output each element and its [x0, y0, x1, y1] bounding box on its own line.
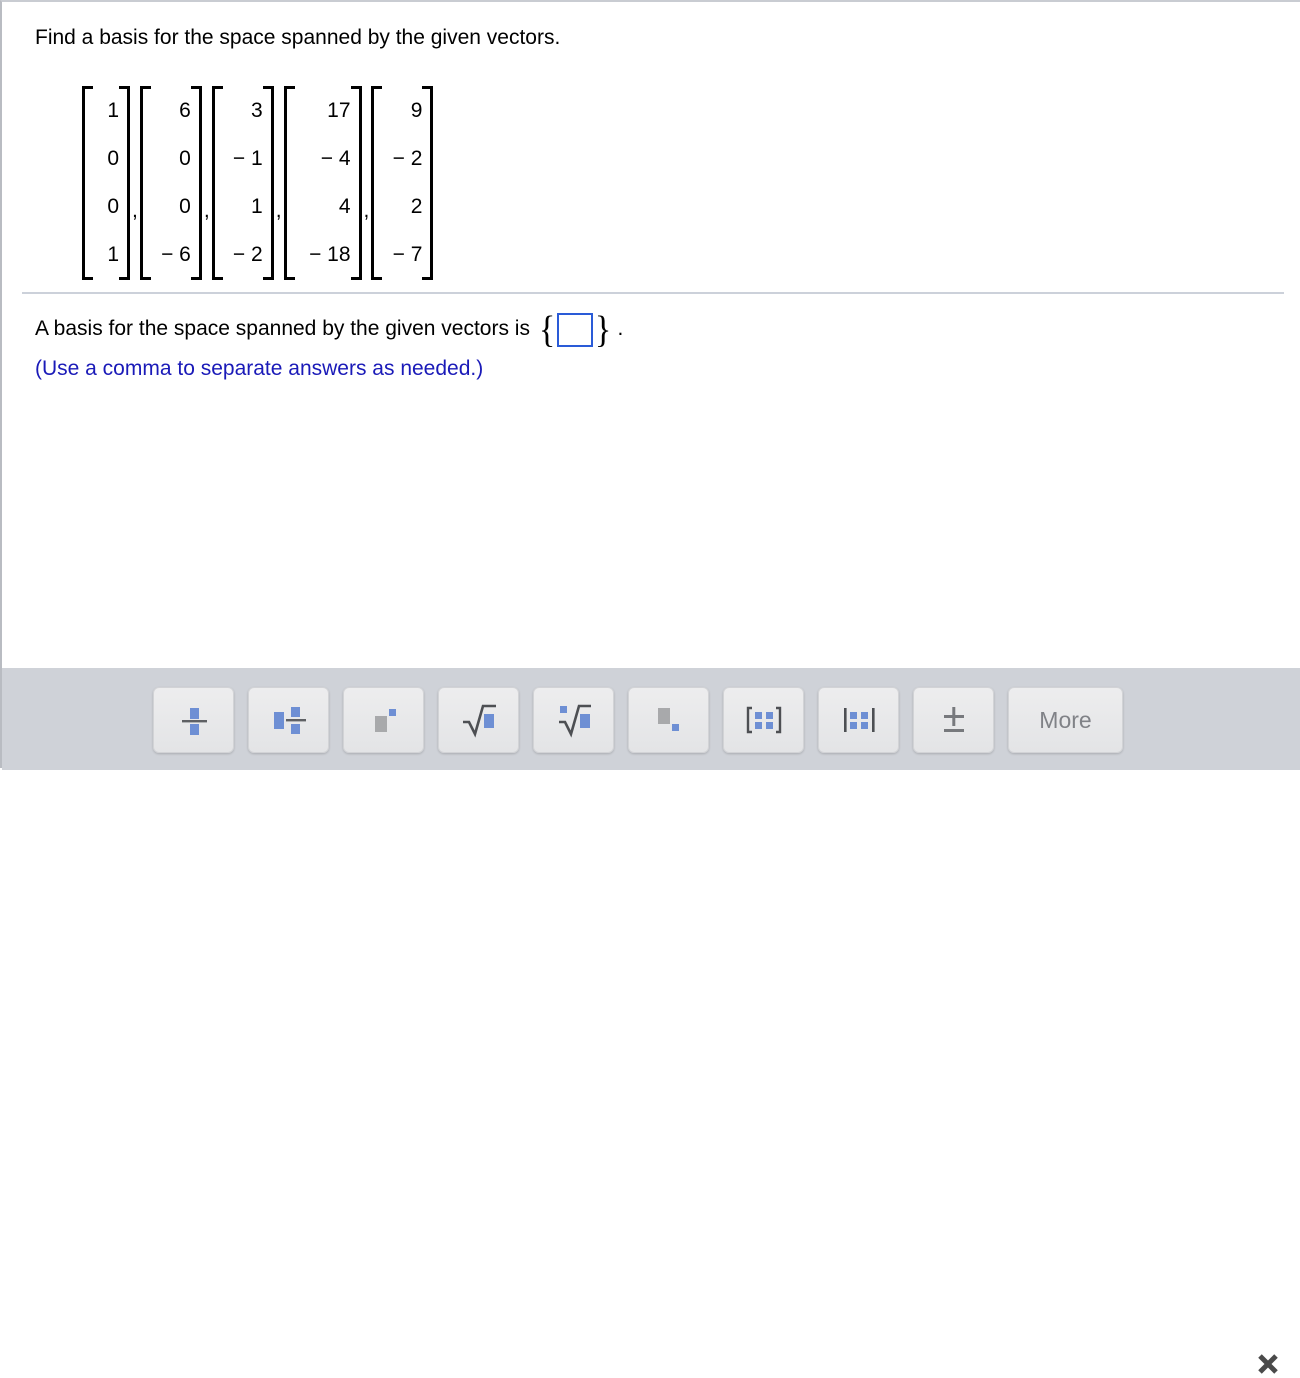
fraction-button[interactable] [153, 687, 234, 753]
page-title: Find a basis for the space spanned by th… [35, 26, 561, 49]
vector-bracket: 6 0 0 − 6 [139, 86, 202, 280]
question-area: Find a basis for the space spanned by th… [2, 2, 1300, 668]
vector-entry: − 4 [320, 147, 351, 170]
answer-hint: (Use a comma to separate answers as need… [35, 357, 484, 380]
square-root-icon [459, 700, 499, 740]
vector-entry: 3 [251, 99, 263, 122]
open-brace: { [538, 309, 556, 351]
vector-separator: , [132, 199, 138, 222]
vector-entry: 4 [338, 195, 351, 218]
vector-bracket: 3 − 1 1 − 2 [211, 86, 274, 280]
answer-brace-group: { } [538, 309, 613, 351]
vector-entry: − 2 [232, 243, 263, 266]
matrix-brackets-icon [744, 700, 784, 740]
answer-period: . [617, 317, 624, 340]
vector-bracket: 1 0 0 1 [82, 86, 130, 280]
vector-entry: 6 [179, 99, 191, 122]
more-button[interactable]: More [1008, 687, 1123, 753]
vector-entry: − 18 [309, 243, 351, 266]
vector-bracket: 9 − 2 2 − 7 [371, 86, 434, 280]
vector-entry: 1 [107, 243, 119, 266]
answer-line: A basis for the space spanned by the giv… [35, 309, 624, 351]
exponent-button[interactable] [343, 687, 424, 753]
answer-block: A basis for the space spanned by the giv… [35, 309, 624, 384]
vector-4: 17 − 4 4 − 18 [283, 86, 362, 280]
vector-1: 1 0 0 1 [82, 86, 130, 280]
math-palette-toolbar: More [2, 668, 1300, 1374]
answer-lead-text: A basis for the space spanned by the giv… [35, 317, 530, 340]
vector-entry: − 6 [161, 243, 191, 266]
vector-separator: , [203, 199, 210, 222]
subscript-icon [649, 700, 689, 740]
exercise-page: Find a basis for the space spanned by th… [0, 0, 1300, 1374]
vector-entry: − 2 [392, 147, 423, 170]
mixed-number-icon [269, 700, 309, 740]
vector-list: 1 0 0 1, 6 0 0 − 6, 3 − 1 1 − 2, 17 − 4 4 − 18, 9 − 2 2 − 7 [82, 86, 434, 280]
vector-entry: 0 [179, 147, 191, 170]
fraction-icon [174, 700, 214, 740]
vector-entry: 0 [179, 195, 191, 218]
vector-entry: − 1 [232, 147, 263, 170]
math-palette-buttons: More [153, 687, 1123, 753]
vector-2: 6 0 0 − 6 [139, 86, 202, 280]
vector-entry: 2 [410, 195, 423, 218]
determinant-bars-icon [839, 700, 879, 740]
square-root-button[interactable] [438, 687, 519, 753]
more-button-label: More [1039, 706, 1092, 733]
vector-bracket: 17 − 4 4 − 18 [283, 86, 362, 280]
section-divider [22, 292, 1284, 294]
determinant-bars-button[interactable] [818, 687, 899, 753]
nth-root-icon [554, 700, 594, 740]
vector-entry: 9 [410, 99, 423, 122]
vector-5: 9 − 2 2 − 7 [371, 86, 434, 280]
vector-entry: 0 [107, 147, 119, 170]
mixed-number-button[interactable] [248, 687, 329, 753]
vector-3: 3 − 1 1 − 2 [211, 86, 274, 280]
close-button[interactable] [1254, 1350, 1282, 1378]
vector-entry: 1 [251, 195, 263, 218]
vector-entry: 0 [107, 195, 119, 218]
nth-root-button[interactable] [533, 687, 614, 753]
vector-separator: , [363, 199, 370, 222]
close-icon [1258, 1354, 1278, 1374]
vector-entry: 17 [327, 99, 351, 122]
vector-entry: − 7 [392, 243, 423, 266]
vector-entry: 1 [107, 99, 119, 122]
answer-input[interactable] [557, 313, 594, 347]
plus-minus-button[interactable] [913, 687, 994, 753]
close-brace: } [595, 309, 612, 351]
subscript-button[interactable] [628, 687, 709, 753]
matrix-brackets-button[interactable] [723, 687, 804, 753]
exponent-icon [364, 700, 404, 740]
vector-separator: , [275, 199, 282, 222]
plus-minus-icon [934, 700, 974, 740]
